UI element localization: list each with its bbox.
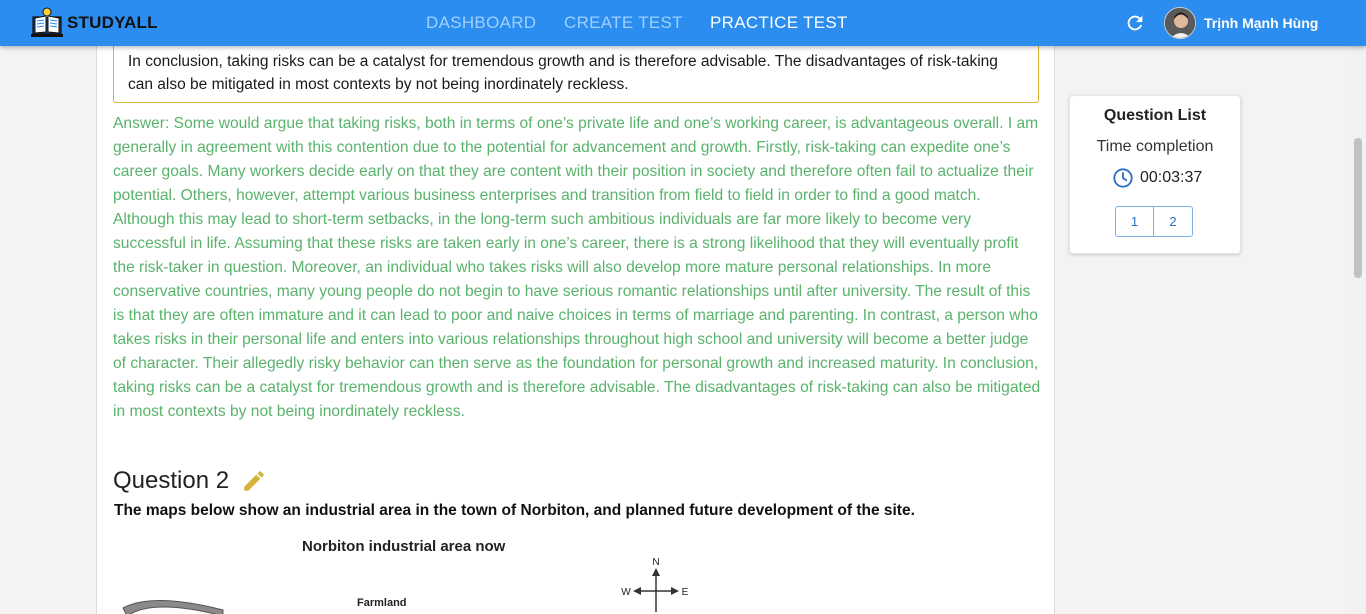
book-logo-icon bbox=[31, 7, 63, 37]
scrollbar-thumb[interactable] bbox=[1354, 138, 1362, 278]
question-2-description: The maps below show an industrial area i… bbox=[114, 502, 915, 519]
question-2-header: Question 2 bbox=[113, 467, 267, 495]
map-title: Norbiton industrial area now bbox=[302, 538, 506, 555]
brand-name: STUDYALL bbox=[67, 13, 158, 32]
avatar-photo bbox=[1165, 8, 1195, 38]
user-name[interactable]: Trịnh Mạnh Hùng bbox=[1204, 15, 1318, 31]
nav-practice-test[interactable]: PRACTICE TEST bbox=[710, 13, 848, 33]
clock-icon bbox=[1113, 168, 1133, 188]
compass-icon: N W E S bbox=[621, 557, 689, 612]
user-avatar[interactable] bbox=[1164, 7, 1196, 39]
compass-n: N bbox=[652, 557, 659, 568]
test-content-panel: In conclusion, taking risks can be a cat… bbox=[96, 46, 1055, 614]
page-scrollbar[interactable] bbox=[1350, 46, 1366, 614]
question-1-prompt-box: In conclusion, taking risks can be a cat… bbox=[113, 46, 1039, 103]
question-2-title: Question 2 bbox=[113, 467, 230, 494]
compass-w: W bbox=[621, 587, 631, 598]
app-header: STUDYALL DASHBOARD CREATE TEST PRACTICE … bbox=[0, 0, 1366, 46]
nav-dashboard[interactable]: DASHBOARD bbox=[426, 13, 536, 33]
nav-create-test[interactable]: CREATE TEST bbox=[564, 13, 683, 33]
main-nav: DASHBOARD CREATE TEST PRACTICE TEST bbox=[0, 0, 1366, 46]
timer: 00:03:37 bbox=[1112, 167, 1202, 189]
road-shape bbox=[122, 599, 224, 614]
map-label-farmland: Farmland bbox=[357, 597, 407, 609]
time-completion-label: Time completion bbox=[1096, 138, 1214, 155]
question-1-answer: Answer: Some would argue that taking ris… bbox=[113, 115, 1041, 420]
question-2-map-image: Norbiton industrial area now Farmland N … bbox=[113, 530, 733, 614]
question-page-button-1[interactable]: 1 bbox=[1115, 206, 1154, 237]
timer-value: 00:03:37 bbox=[1140, 169, 1203, 186]
pencil-icon[interactable] bbox=[241, 468, 267, 494]
question-list-panel: Question List Time completion 00:03:37 1… bbox=[1069, 95, 1241, 254]
question-pager: 1 2 bbox=[1115, 206, 1193, 237]
question-list-title: Question List bbox=[1103, 107, 1207, 124]
brand-logo[interactable]: STUDYALL bbox=[30, 6, 158, 40]
refresh-icon[interactable] bbox=[1124, 12, 1146, 34]
compass-e: E bbox=[682, 587, 689, 598]
question-page-button-2[interactable]: 2 bbox=[1154, 206, 1193, 237]
question-1-prompt-text: In conclusion, taking risks can be a cat… bbox=[128, 53, 998, 93]
